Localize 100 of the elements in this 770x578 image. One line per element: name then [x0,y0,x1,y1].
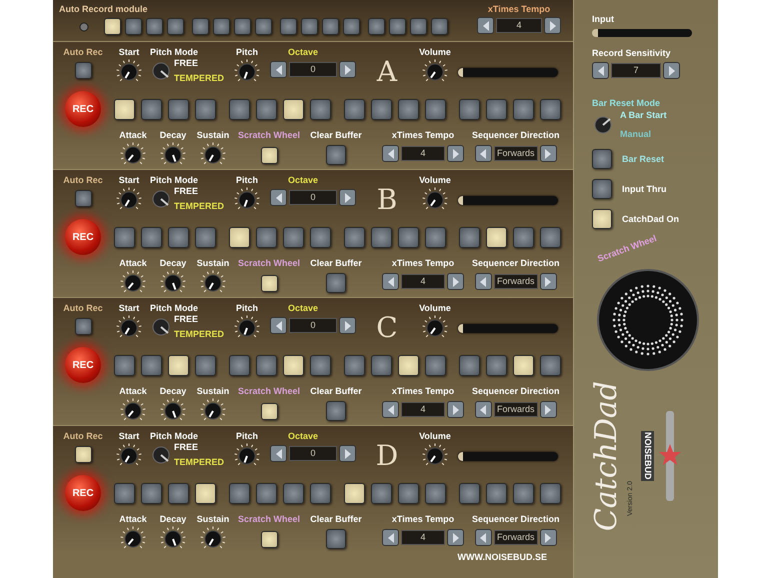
clear-buffer-button[interactable] [326,401,346,421]
step-button[interactable] [283,98,304,120]
toggle-switch[interactable] [150,316,172,338]
toggle-switch[interactable] [150,60,172,82]
left-arrow-button[interactable] [270,61,287,78]
clear-buffer-label: Clear Buffer [310,387,362,396]
step-button[interactable] [344,482,365,504]
right-arrow-button[interactable] [540,145,557,162]
step-button[interactable] [283,354,304,376]
scratch-wheel-button[interactable] [260,403,278,420]
right-arrow-button[interactable] [339,189,356,206]
input-label: Input [592,15,615,24]
right-arrow-button[interactable] [447,273,464,290]
left-arrow-button[interactable] [382,401,399,418]
right-arrow-button[interactable] [447,401,464,418]
pitch-mode-option[interactable]: FREE [174,315,224,324]
toggle-button[interactable] [592,149,612,169]
volume-slider[interactable] [458,196,558,205]
record-button[interactable]: REC [65,91,101,127]
toggle-switch[interactable] [150,444,172,466]
left-triangle-icon [479,532,488,542]
left-arrow-button[interactable] [474,273,492,290]
bar-reset-option[interactable]: A Bar Start [620,111,667,120]
pitch-mode-option[interactable]: TEMPERED [174,458,224,467]
scratch-wheel[interactable] [596,268,700,372]
right-arrow-button[interactable] [447,145,464,162]
value-display: 4 [496,18,542,33]
toggle-label: Bar Reset [622,154,664,164]
left-arrow-button[interactable] [474,529,492,546]
clear-buffer-button[interactable] [326,529,346,549]
direction-label: Sequencer Direction [472,515,560,524]
knob-label: Decay [160,515,186,524]
pitch-mode-option[interactable]: FREE [174,59,224,68]
knob-label: Volume [419,176,451,185]
bar-reset-mode-label: Bar Reset Mode [592,99,662,108]
step-button[interactable] [513,354,534,376]
record-button[interactable]: REC [65,347,101,383]
toggle-switch[interactable] [592,114,614,136]
clear-buffer-button[interactable] [326,145,346,165]
value-display: Forwards [494,274,538,289]
right-arrow-button[interactable] [540,529,557,546]
left-arrow-button[interactable] [270,189,287,206]
record-button[interactable]: REC [65,475,101,511]
left-triangle-icon [596,66,604,76]
scratch-wheel-button[interactable] [260,275,278,292]
toggle-button[interactable] [592,179,612,199]
pitch-mode-option[interactable]: TEMPERED [174,74,224,83]
left-triangle-icon [479,276,488,286]
step-button[interactable] [229,226,250,248]
auto-rec-label: Auto Rec [63,48,103,57]
value-display: 0 [289,62,337,77]
right-arrow-button[interactable] [339,445,356,462]
pitch-mode-option[interactable]: FREE [174,443,224,452]
pitch-mode-option[interactable]: FREE [174,187,224,196]
website-text: WWW.NOISEBUD.SE [458,553,547,562]
step-button[interactable] [486,226,507,248]
sensitivity-label: Record Sensitivity [592,49,672,58]
step-button[interactable] [104,18,121,35]
pitch-mode-option[interactable]: TEMPERED [174,202,224,211]
scratch-wheel-label: Scratch Wheel [238,259,300,268]
left-arrow-button[interactable] [592,62,609,79]
auto-rec-button[interactable] [74,446,92,463]
scratch-wheel-button[interactable] [260,531,278,548]
pitch-mode-option[interactable]: TEMPERED [174,330,224,339]
record-button[interactable]: REC [65,219,101,255]
volume-slider[interactable] [458,452,558,461]
left-arrow-button[interactable] [270,317,287,334]
left-arrow-button[interactable] [382,145,399,162]
step-button[interactable] [114,98,135,120]
step-button[interactable] [168,354,189,376]
right-arrow-button[interactable] [544,17,561,34]
left-arrow-button[interactable] [382,273,399,290]
clear-buffer-button[interactable] [326,273,346,293]
logo-text: CatchDad [592,380,622,532]
knob-label: Sustain [196,259,230,268]
right-triangle-icon [668,66,676,76]
value-display: 0 [289,446,337,461]
value-display: 4 [401,530,445,545]
right-arrow-button[interactable] [663,62,680,79]
right-triangle-icon [452,148,460,158]
right-arrow-button[interactable] [339,61,356,78]
left-arrow-button[interactable] [270,445,287,462]
right-arrow-button[interactable] [447,529,464,546]
right-arrow-button[interactable] [540,273,557,290]
volume-slider[interactable] [458,324,558,333]
right-arrow-button[interactable] [540,401,557,418]
step-button[interactable] [398,354,419,376]
toggle-switch[interactable] [150,188,172,210]
left-arrow-button[interactable] [474,145,492,162]
knob-label: Pitch [236,48,258,57]
volume-slider[interactable] [458,68,558,77]
toggle-button[interactable] [592,209,612,229]
left-arrow-button[interactable] [477,17,494,34]
step-button[interactable] [195,482,216,504]
value-display: Forwards [494,146,538,161]
scratch-wheel-button[interactable] [260,147,278,164]
right-triangle-icon [452,276,460,286]
left-arrow-button[interactable] [382,529,399,546]
left-arrow-button[interactable] [474,401,492,418]
right-arrow-button[interactable] [339,317,356,334]
